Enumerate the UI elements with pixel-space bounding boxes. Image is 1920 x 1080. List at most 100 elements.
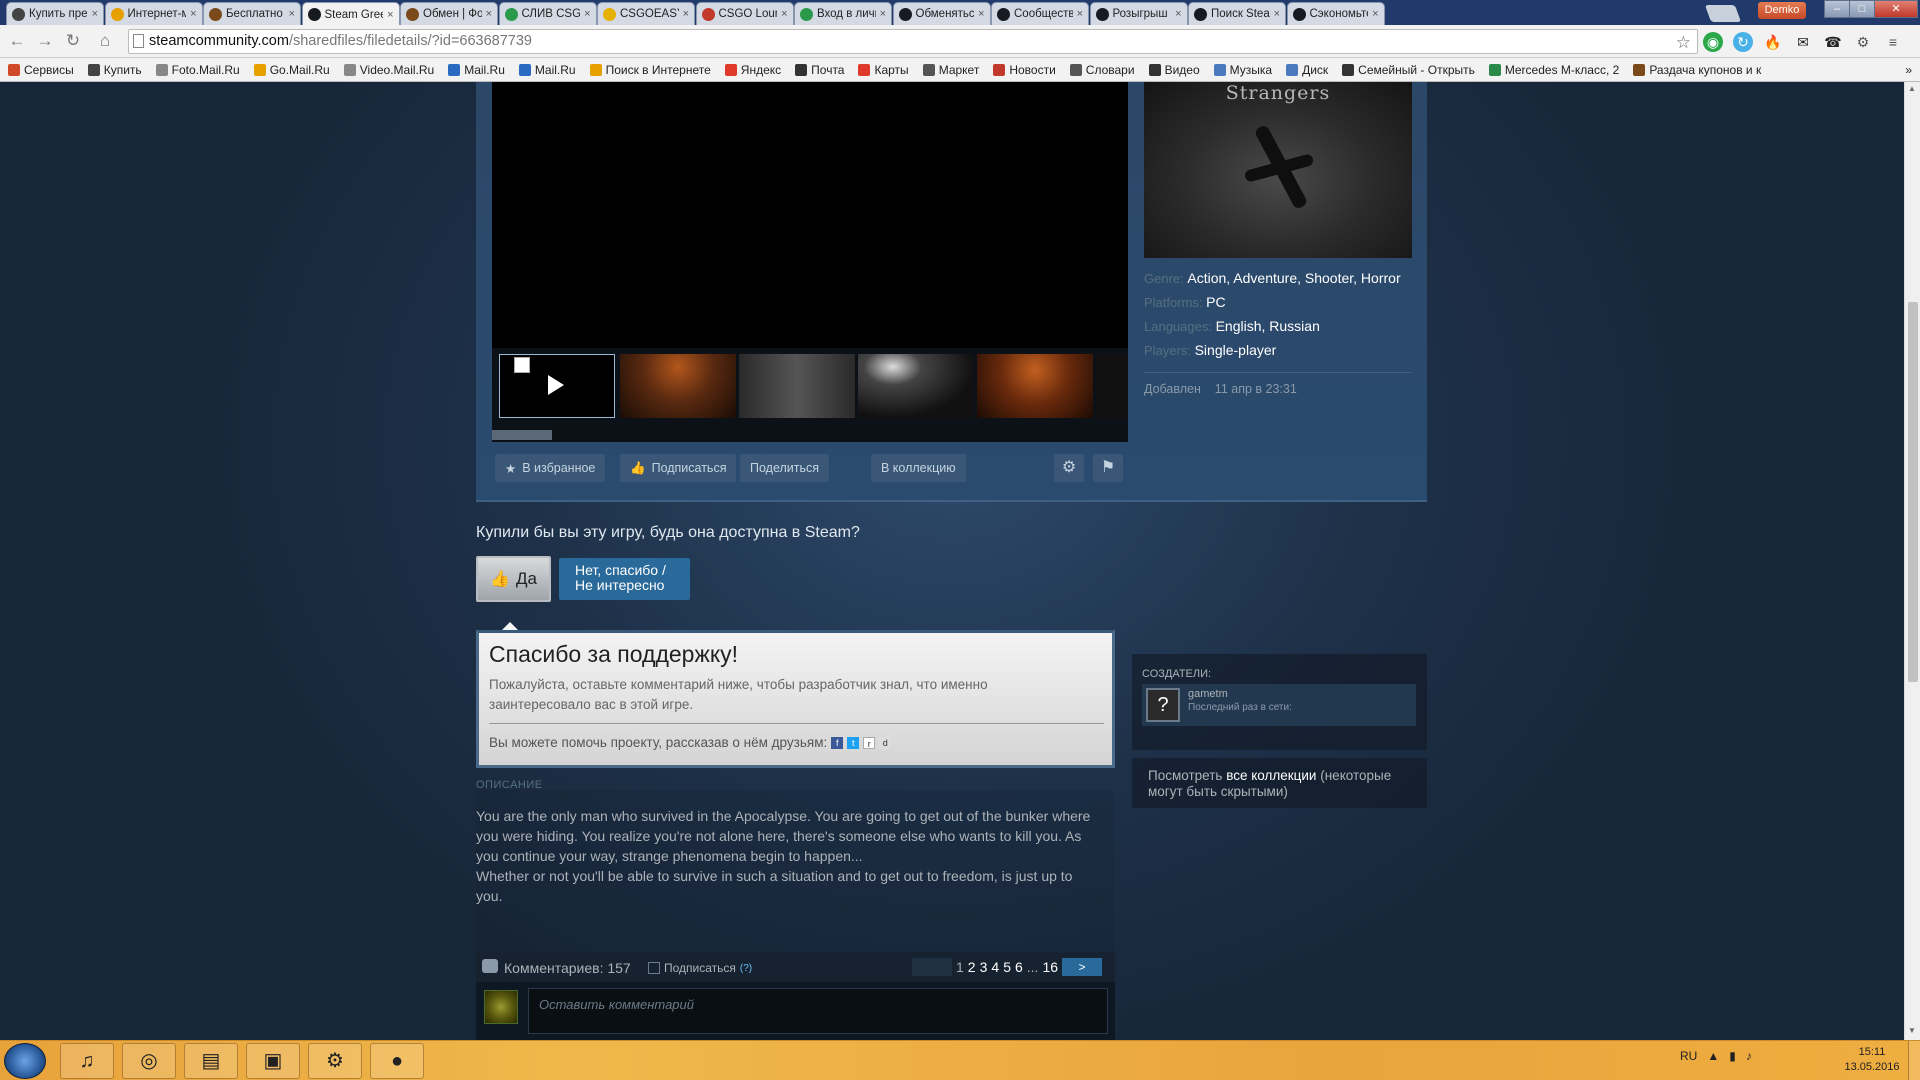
subscribe-comments[interactable]: Подписаться (?) bbox=[648, 961, 752, 975]
page-link[interactable]: 2 bbox=[968, 959, 976, 975]
browser-tab[interactable]: Steam Gree × bbox=[301, 2, 400, 26]
bookmark-item[interactable]: Карты bbox=[858, 63, 909, 77]
tab-close-icon[interactable]: × bbox=[1175, 8, 1181, 20]
bookmark-item[interactable]: Поиск в Интернете bbox=[589, 63, 711, 77]
tab-close-icon[interactable]: × bbox=[584, 8, 590, 20]
facebook-icon[interactable]: f bbox=[831, 736, 844, 749]
players-value[interactable]: Single-player bbox=[1195, 342, 1277, 358]
tab-close-icon[interactable]: × bbox=[387, 9, 393, 21]
network-icon[interactable]: ▮ bbox=[1729, 1049, 1736, 1063]
scroll-up-icon[interactable]: ▲ bbox=[1908, 84, 1916, 93]
next-page-button[interactable]: > bbox=[1062, 958, 1103, 976]
page-link[interactable]: 4 bbox=[991, 959, 999, 975]
languages-value[interactable]: English, Russian bbox=[1216, 318, 1320, 334]
close-window-button[interactable]: ✕ bbox=[1874, 0, 1918, 18]
add-to-collection-button[interactable]: В коллекцию bbox=[871, 454, 966, 482]
screenshot-thumbnail[interactable] bbox=[739, 354, 855, 418]
vote-yes-button[interactable]: 👍 Да bbox=[476, 556, 551, 602]
browser-tab[interactable]: Обменятьс × bbox=[892, 2, 991, 25]
chrome-icon[interactable]: ◎ bbox=[122, 1043, 176, 1079]
new-tab-button[interactable] bbox=[1704, 5, 1742, 22]
browser-tab[interactable]: Бесплатно × bbox=[203, 2, 301, 25]
subscribe-checkbox[interactable] bbox=[648, 962, 660, 974]
extension-settings-icon[interactable]: ⚙ bbox=[1853, 32, 1873, 52]
browser-tab[interactable]: Сэкономьте × bbox=[1286, 2, 1385, 25]
page-link[interactable]: 6 bbox=[1015, 959, 1023, 975]
bookmark-item[interactable]: Go.Mail.Ru bbox=[253, 63, 330, 77]
share-button[interactable]: Поделиться bbox=[740, 454, 830, 482]
bookmark-item[interactable]: Яндекс bbox=[724, 63, 781, 77]
bookmark-item[interactable]: Купить bbox=[87, 63, 142, 77]
tab-close-icon[interactable]: × bbox=[880, 8, 886, 20]
thumbnail-scrollbar[interactable] bbox=[492, 428, 1128, 442]
browser-user-button[interactable]: Demko bbox=[1758, 2, 1806, 19]
thumbnail-scroll-thumb[interactable] bbox=[492, 430, 552, 440]
favorite-button[interactable]: ★ В избранное bbox=[495, 454, 606, 482]
home-icon[interactable]: ⌂ bbox=[94, 31, 116, 51]
tab-close-icon[interactable]: × bbox=[683, 8, 689, 20]
subscribe-button[interactable]: 👍 Подписаться bbox=[620, 454, 737, 482]
tab-close-icon[interactable]: × bbox=[1077, 8, 1083, 20]
browser-tab[interactable]: СЛИВ CSGO× bbox=[498, 2, 597, 25]
vote-no-button[interactable]: Нет, спасибо / Не интересно bbox=[559, 558, 690, 600]
tray-arrow-icon[interactable]: ▲ bbox=[1707, 1049, 1719, 1063]
scroll-down-icon[interactable]: ▼ bbox=[1908, 1026, 1916, 1035]
monitor-app-icon[interactable]: ▤ bbox=[184, 1043, 238, 1079]
bookmark-item[interactable]: Mail.Ru bbox=[448, 63, 505, 77]
tab-close-icon[interactable]: × bbox=[781, 8, 787, 20]
tab-close-icon[interactable]: × bbox=[190, 8, 196, 20]
menu-icon[interactable]: ≡ bbox=[1883, 32, 1903, 52]
browser-tab[interactable]: Розыгрыш × bbox=[1089, 2, 1188, 25]
page-link[interactable]: 3 bbox=[980, 959, 988, 975]
tab-close-icon[interactable]: × bbox=[1274, 8, 1280, 20]
bookmark-item[interactable]: Mail.Ru bbox=[518, 63, 576, 77]
tab-close-icon[interactable]: × bbox=[1372, 8, 1378, 20]
bookmark-star-icon[interactable]: ☆ bbox=[1676, 31, 1691, 54]
browser-tab[interactable]: Вход в личн × bbox=[794, 2, 892, 25]
bookmark-item[interactable]: Video.Mail.Ru bbox=[343, 63, 434, 77]
screenshot-thumbnail[interactable] bbox=[977, 354, 1093, 418]
extension-blue-icon[interactable]: ↻ bbox=[1733, 32, 1753, 52]
browser-tab[interactable]: Обмен | Фо × bbox=[400, 2, 498, 25]
tab-close-icon[interactable]: × bbox=[289, 8, 295, 20]
extension-mail-icon[interactable]: ✉ bbox=[1793, 32, 1813, 52]
all-collections-link[interactable]: все коллекции bbox=[1226, 768, 1316, 783]
reload-icon[interactable]: ↻ bbox=[62, 31, 84, 51]
forward-icon[interactable]: → bbox=[34, 31, 56, 51]
extension-fire-icon[interactable]: 🔥 bbox=[1763, 32, 1783, 52]
tab-close-icon[interactable]: × bbox=[486, 8, 492, 20]
bookmark-item[interactable]: Семейный - Открыть bbox=[1342, 63, 1475, 77]
creator-card[interactable]: ? gametm Последний раз в сети: bbox=[1142, 684, 1416, 726]
bookmark-item[interactable]: Раздача купонов и к bbox=[1633, 63, 1761, 77]
browser-tab[interactable]: Купить пре × bbox=[6, 2, 104, 25]
reddit-icon[interactable]: r bbox=[863, 736, 876, 749]
video-player[interactable] bbox=[492, 82, 1128, 348]
bookmark-item[interactable]: Словари bbox=[1069, 63, 1135, 77]
digg-icon[interactable]: d bbox=[879, 736, 892, 749]
browser-tab[interactable]: CSGOEASYL × bbox=[597, 2, 695, 25]
bookmark-item[interactable]: Foto.Mail.Ru bbox=[155, 63, 240, 77]
help-icon[interactable]: (?) bbox=[740, 963, 752, 974]
platforms-value[interactable]: PC bbox=[1206, 294, 1225, 310]
flag-icon[interactable]: ⚑ bbox=[1093, 454, 1123, 482]
twitter-icon[interactable]: t bbox=[847, 736, 860, 749]
page-scrollbar[interactable]: ▲ ▼ bbox=[1904, 82, 1920, 1040]
steam-icon[interactable]: ⚙ bbox=[308, 1043, 362, 1079]
screenshot-thumbnail[interactable] bbox=[620, 354, 736, 418]
page-scroll-thumb[interactable] bbox=[1908, 302, 1918, 682]
page-link[interactable]: 1 bbox=[956, 959, 964, 975]
comment-input[interactable]: Оставить комментарий bbox=[528, 988, 1108, 1034]
volume-icon[interactable]: ♪ bbox=[1746, 1049, 1752, 1063]
bookmark-item[interactable]: Сервисы bbox=[8, 63, 74, 77]
creator-name[interactable]: gametm bbox=[1188, 688, 1228, 700]
prev-page-button[interactable] bbox=[912, 958, 952, 976]
itunes-icon[interactable]: ♫ bbox=[60, 1043, 114, 1079]
system-clock[interactable]: 15:11 13.05.2016 bbox=[1842, 1045, 1902, 1075]
bookmark-item[interactable]: Маркет bbox=[922, 63, 979, 77]
back-icon[interactable]: ← bbox=[6, 31, 28, 51]
tab-close-icon[interactable]: × bbox=[92, 8, 98, 20]
address-bar[interactable]: steamcommunity.com/sharedfiles/filedetai… bbox=[128, 29, 1698, 54]
bookmark-item[interactable]: Новости bbox=[993, 63, 1056, 77]
page-link-last[interactable]: 16 bbox=[1042, 959, 1058, 975]
bookmark-item[interactable]: Музыка bbox=[1213, 63, 1272, 77]
